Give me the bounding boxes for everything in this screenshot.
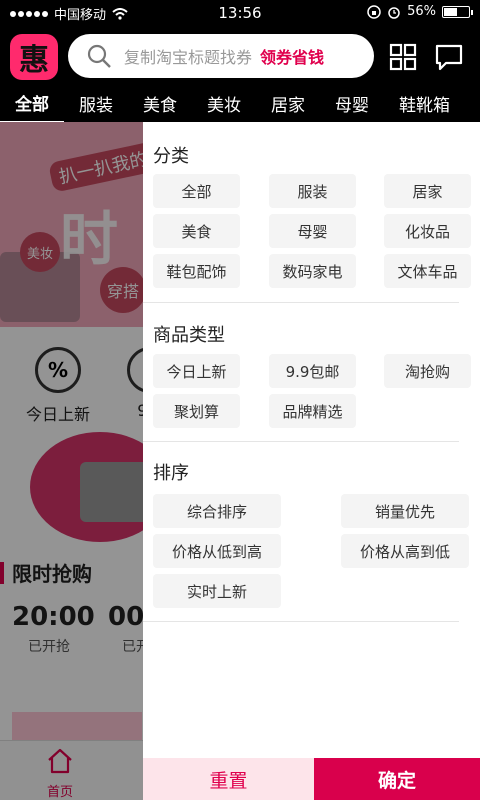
cat-option[interactable]: 母婴 [269, 214, 356, 248]
type-option[interactable]: 聚划算 [153, 394, 240, 428]
tab-2[interactable]: 美食 [128, 91, 192, 116]
rotation-lock-icon [367, 4, 381, 19]
product-type-section-title: 商品类型 [153, 325, 225, 346]
type-option[interactable]: 品牌精选 [269, 394, 356, 428]
message-icon[interactable] [434, 42, 464, 72]
type-option[interactable]: 今日上新 [153, 354, 240, 388]
tab-3[interactable]: 美妆 [192, 91, 256, 116]
cat-option[interactable]: 化妆品 [384, 214, 471, 248]
battery-icon [442, 5, 473, 18]
tab-4[interactable]: 居家 [256, 91, 320, 116]
cat-option[interactable]: 服装 [269, 174, 356, 208]
confirm-button[interactable]: 确定 [314, 758, 480, 800]
battery-percent: 56% [407, 4, 436, 19]
tab-0[interactable]: 全部 [0, 82, 64, 124]
app-logo[interactable]: 惠 [10, 34, 58, 80]
grid-icon[interactable] [388, 42, 418, 72]
sort-option[interactable]: 销量优先 [341, 494, 469, 528]
tab-5[interactable]: 母婴 [320, 91, 384, 116]
alarm-icon [388, 6, 400, 19]
type-option[interactable]: 淘抢购 [384, 354, 471, 388]
app-header: 惠 复制淘宝标题找券 领券省钱 [0, 26, 480, 84]
search-bar[interactable]: 复制淘宝标题找券 领券省钱 [68, 34, 374, 78]
sort-section-title: 排序 [153, 463, 189, 484]
tab-6[interactable]: 鞋靴箱 [384, 91, 465, 116]
search-placeholder: 复制淘宝标题找券 [124, 48, 253, 67]
sort-option[interactable]: 实时上新 [153, 574, 281, 608]
coupon-label[interactable]: 领券省钱 [260, 44, 324, 68]
category-section-title: 分类 [153, 146, 189, 167]
divider [143, 302, 459, 303]
divider [143, 441, 459, 442]
cat-option[interactable]: 美食 [153, 214, 240, 248]
divider [143, 621, 459, 622]
filter-panel: 分类 全部 服装 居家美食 母婴 化妆品鞋包配饰 数码家电 文体车品 商品类型 今日上新 9.… [143, 122, 480, 800]
cat-option[interactable]: 全部 [153, 174, 240, 208]
cat-option[interactable]: 数码家电 [269, 254, 356, 288]
reset-button[interactable]: 重置 [143, 758, 314, 800]
tab-1[interactable]: 服装 [64, 91, 128, 116]
sort-option[interactable]: 价格从低到高 [153, 534, 281, 568]
type-option[interactable]: 9.9包邮 [269, 354, 356, 388]
status-bar: 中国移动 13:56 56% [0, 0, 480, 26]
category-tabs: 全部 服装 美食 美妆 居家 母婴 鞋靴箱 [0, 82, 480, 124]
cat-option[interactable]: 居家 [384, 174, 471, 208]
sort-option[interactable]: 综合排序 [153, 494, 281, 528]
search-icon [87, 44, 111, 68]
sort-option[interactable]: 价格从高到低 [341, 534, 469, 568]
cat-option[interactable]: 文体车品 [384, 254, 471, 288]
cat-option[interactable]: 鞋包配饰 [153, 254, 240, 288]
